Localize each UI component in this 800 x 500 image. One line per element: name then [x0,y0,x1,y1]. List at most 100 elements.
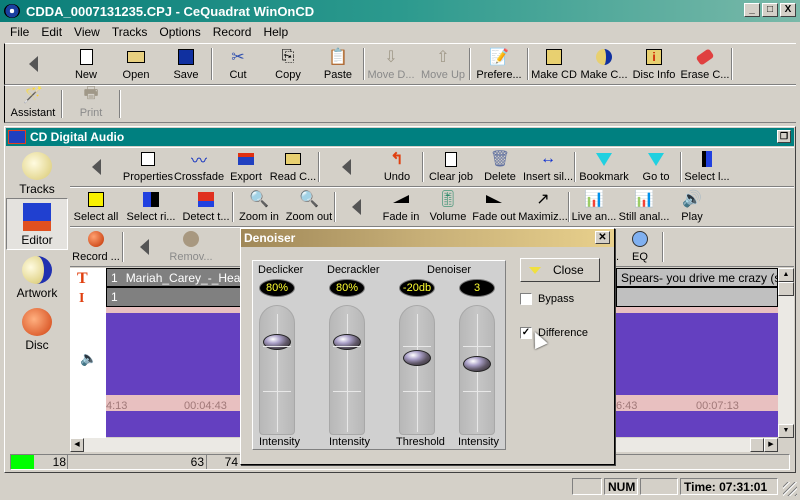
copy-button[interactable]: ⎘ Copy [263,44,313,84]
slider-knob[interactable] [333,334,361,350]
slider-knob[interactable] [403,350,431,366]
scroll-up-button[interactable]: ▲ [778,268,794,282]
sidebar-item-disc[interactable]: Disc [6,302,68,354]
select-right-icon [140,189,162,209]
zoom-in-button[interactable]: 🔍 Zoom in [234,188,284,226]
denoiser-intensity-slider[interactable] [459,305,495,435]
bypass-checkbox[interactable]: Bypass [520,293,574,305]
sidebar-item-editor[interactable]: Editor [6,198,68,250]
close-button[interactable]: X [780,3,796,17]
menu-help[interactable]: Help [257,25,294,39]
paste-button[interactable]: 📋 Paste [313,44,363,84]
menu-edit[interactable]: Edit [35,25,68,39]
maximize-button[interactable]: □ [762,3,778,17]
copy-icon: ⎘ [281,48,295,65]
move-up-button[interactable]: ⇧ Move Up [417,44,469,84]
crossfade-button[interactable]: 〰 Crossfade [174,148,224,186]
preferences-button[interactable]: 📝 Prefere... [471,44,527,84]
zoom-out-button[interactable]: 🔍 Zoom out [284,188,334,226]
resize-grip[interactable] [783,482,797,496]
editor-icon [23,203,51,231]
dialog-close-button[interactable]: ✕ [595,231,610,244]
record-button[interactable]: Record ... [70,228,122,266]
denoiser-panel: Declicker Decrackler Denoiser 80% 80% -2… [252,260,506,450]
track-index-right [616,287,778,307]
scroll-right-button[interactable]: ▶ [764,438,778,452]
editor-toolbar-row2-scroll-left[interactable] [336,188,376,226]
remove-button[interactable]: Remov... [164,228,218,266]
delete-button[interactable]: 🗑 Delete [478,148,522,186]
scroll-left-button[interactable]: ◀ [70,438,84,452]
still-analysis-button[interactable]: 📊 Still anal... [618,188,670,226]
denoiser-threshold-slider[interactable] [399,305,435,435]
sidebar-item-tracks[interactable]: Tracks [6,146,68,198]
scroll-thumb[interactable] [778,282,794,296]
paste-icon: 📋 [328,49,348,66]
live-analysis-button[interactable]: 📊 Live an... [570,188,618,226]
open-button[interactable]: Open [111,44,161,84]
editor-toolbar-scroll-left-2[interactable] [320,148,372,186]
save-button[interactable]: Save [161,44,211,84]
undo-button[interactable]: ↰ Undo [372,148,422,186]
properties-button[interactable]: Properties [122,148,174,186]
print-button[interactable]: 🖶 Print [63,85,119,122]
minimize-button[interactable]: _ [744,3,760,17]
editor-toolbar-row3-scroll-left[interactable] [124,228,164,266]
erase-cd-button[interactable]: Erase C... [679,44,731,84]
menu-options[interactable]: Options [153,25,206,39]
index-marker-icon: I [79,291,85,306]
fade-in-button[interactable]: Fade in [376,188,426,226]
fade-out-button[interactable]: Fade out [470,188,518,226]
move-down-button[interactable]: ⇩ Move D... [365,44,417,84]
menu-view[interactable]: View [68,25,106,39]
close-dialog-button[interactable]: Close [520,258,600,282]
export-button[interactable]: Export [224,148,268,186]
disc-info-button[interactable]: i Disc Info [629,44,679,84]
decrackler-value: 80% [329,279,365,297]
decrackler-intensity-label: Intensity [329,436,370,448]
scroll-h-thumb[interactable] [750,438,764,452]
app-cd-icon [4,4,20,18]
bypass-checkbox-box[interactable] [520,293,532,305]
timeline-label: 00:07:13 [696,400,739,412]
cut-button[interactable]: ✂ Cut [213,44,263,84]
declicker-intensity-slider[interactable] [259,305,295,435]
select-all-button[interactable]: Select all [70,188,122,226]
child-window-title-bar: CD Digital Audio ❐ [6,128,794,146]
insert-silence-button[interactable]: ↔ Insert sil... [522,148,574,186]
track-title-right[interactable]: Spears- you drive me crazy (stop re [616,268,778,287]
restore-button[interactable]: ❐ [777,130,791,143]
toolbar-scroll-left[interactable] [5,44,61,84]
eq-button[interactable]: EQ [618,228,662,266]
read-cd-button[interactable]: Read C... [268,148,318,186]
go-to-button[interactable]: Go to [632,148,680,186]
decrackler-intensity-slider[interactable] [329,305,365,435]
new-button[interactable]: New [61,44,111,84]
slider-knob[interactable] [463,356,491,372]
slider-knob[interactable] [263,334,291,350]
editor-toolbar-scroll-left[interactable] [70,148,122,186]
move-up-icon: ⇧ [436,49,450,66]
vertical-scrollbar[interactable]: ▲ ▼ [778,268,794,438]
clear-job-button[interactable]: Clear job [424,148,478,186]
assistant-button[interactable]: 🪄 Assistant [5,86,61,122]
select-right-button[interactable]: Select ri... [122,188,180,226]
timeline-label: 00:04:43 [184,400,227,412]
scroll-down-button[interactable]: ▼ [778,424,794,438]
menu-record[interactable]: Record [207,25,258,39]
maximize-button-editor[interactable]: ↗ Maximiz... [518,188,568,226]
make-cd-image-button[interactable]: Make C... [579,44,629,84]
menu-tracks[interactable]: Tracks [106,25,154,39]
make-cd-button[interactable]: Make CD [529,44,579,84]
bookmark-button[interactable]: Bookmark [576,148,632,186]
volume-button[interactable]: 🎚 Volume [426,188,470,226]
dialog-title-bar[interactable]: Denoiser ✕ [241,229,614,247]
tracks-icon [22,152,52,180]
select-left-button[interactable]: Select l... [682,148,732,186]
menu-file[interactable]: File [4,25,35,39]
title-marker-icon: T [77,270,88,287]
properties-icon [137,149,159,169]
play-button[interactable]: 🔊 Play [670,188,714,226]
detect-tracks-button[interactable]: Detect t... [180,188,232,226]
sidebar-item-artwork[interactable]: Artwork [6,250,68,302]
